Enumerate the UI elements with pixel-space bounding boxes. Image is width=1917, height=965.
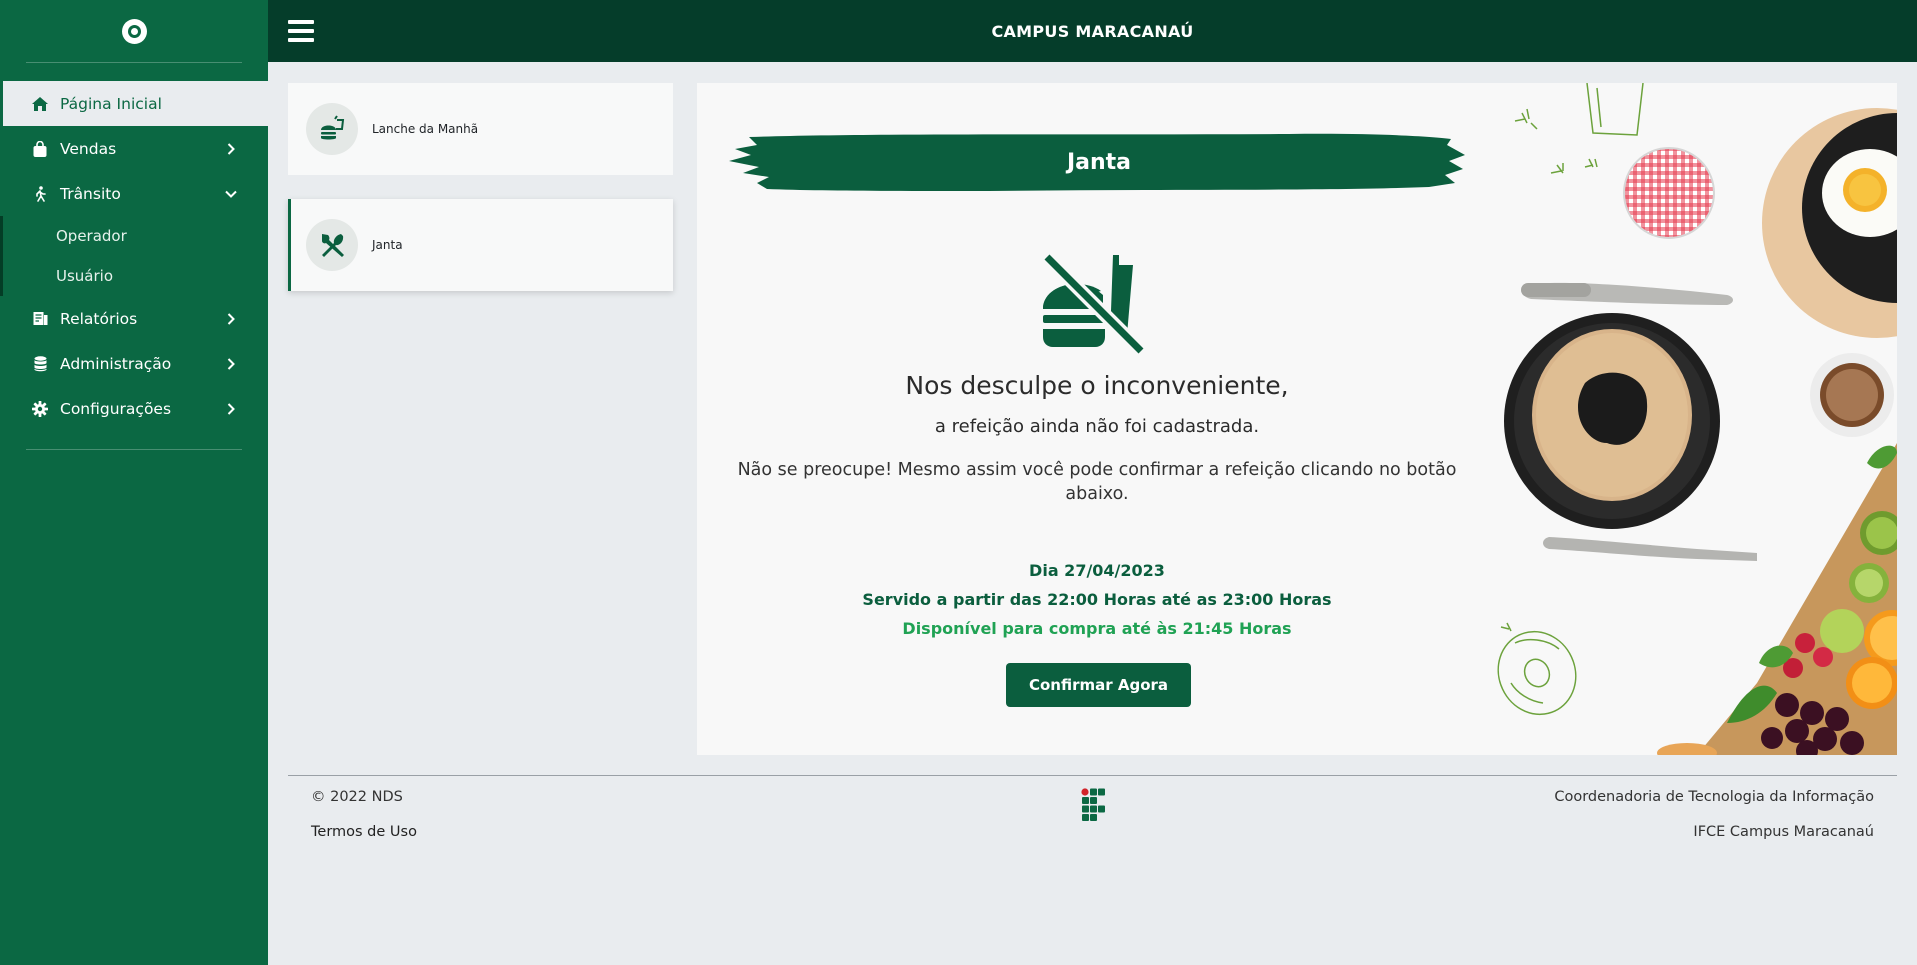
sidebar-brand[interactable] [0, 0, 268, 62]
footer-copyright: © 2022 NDS [311, 789, 403, 805]
chevron-right-icon [224, 142, 238, 156]
sidebar-item-relatorios[interactable]: Relatórios [0, 296, 268, 341]
menu-toggle-icon[interactable] [288, 20, 314, 42]
meal-availability: Disponível para compra até às 21:45 Hora… [902, 619, 1292, 638]
chevron-right-icon [224, 312, 238, 326]
meal-title: Janta [1066, 149, 1132, 175]
ifce-logo-icon [1081, 788, 1105, 821]
apology-paragraph: Não se preocupe! Mesmo assim você pode c… [737, 460, 1457, 504]
footer-divider [288, 775, 1897, 776]
chevron-down-icon [224, 187, 238, 201]
sidebar: Página Inicial Vendas Trânsito Operador … [0, 0, 268, 965]
report-icon [30, 309, 50, 329]
meal-card-janta[interactable]: Janta [288, 199, 673, 291]
utensils-icon [306, 219, 358, 271]
sidebar-item-label: Configurações [60, 399, 172, 418]
footer-org-line1: Coordenadoria de Tecnologia da Informaçã… [1554, 789, 1874, 805]
meal-served-hours: Servido a partir das 22:00 Horas até as … [862, 590, 1332, 609]
apology-subheading: a refeição ainda não foi cadastrada. [934, 416, 1260, 437]
home-icon [30, 94, 50, 114]
transito-submenu: Operador Usuário [0, 216, 268, 296]
chevron-right-icon [224, 357, 238, 371]
meal-label: Lanche da Manhã [372, 122, 479, 136]
sidebar-item-transito[interactable]: Trânsito [0, 171, 268, 216]
sidebar-subitem-operador[interactable]: Operador [3, 216, 268, 256]
food-decoration-image [1497, 83, 1897, 755]
campus-title: CAMPUS MARACANAÚ [991, 21, 1194, 41]
apology-heading: Nos desculpe o inconveniente, [905, 371, 1289, 400]
sidebar-item-configuracoes[interactable]: Configurações [0, 386, 268, 431]
sidebar-subitem-usuario[interactable]: Usuário [3, 256, 268, 296]
sidebar-item-label: Trânsito [60, 184, 121, 203]
sidebar-item-administracao[interactable]: Administração [0, 341, 268, 386]
meal-card-lanche-da-manha[interactable]: Lanche da Manhã [288, 83, 673, 175]
no-meal-icon [1042, 252, 1145, 355]
sidebar-nav: Página Inicial Vendas Trânsito Operador … [0, 81, 268, 431]
burger-drink-icon [306, 103, 358, 155]
meal-detail-panel: Janta Nos desculpe o inconveniente, a re… [697, 83, 1897, 755]
sidebar-item-label: Página Inicial [60, 94, 162, 113]
sidebar-divider [26, 62, 242, 63]
walking-icon [30, 184, 50, 204]
sidebar-item-label: Administração [60, 354, 172, 373]
sidebar-item-label: Vendas [60, 139, 117, 158]
sidebar-item-label: Relatórios [60, 309, 138, 328]
database-icon [30, 354, 50, 374]
shopping-bag-icon [30, 139, 50, 159]
footer-org-line2: IFCE Campus Maracanaú [1693, 824, 1874, 840]
terms-of-use-link[interactable]: Termos de Uso [311, 824, 417, 840]
meal-label: Janta [372, 238, 403, 252]
sidebar-item-vendas[interactable]: Vendas [0, 126, 268, 171]
sidebar-item-pagina-inicial[interactable]: Página Inicial [3, 81, 268, 126]
topbar: CAMPUS MARACANAÚ [268, 0, 1917, 62]
plate-logo-icon [121, 18, 147, 44]
meal-date: Dia 27/04/2023 [1029, 561, 1165, 580]
confirm-now-button[interactable]: Confirmar Agora [1006, 663, 1191, 707]
sidebar-divider [26, 449, 242, 450]
gear-icon [30, 399, 50, 419]
chevron-right-icon [224, 402, 238, 416]
